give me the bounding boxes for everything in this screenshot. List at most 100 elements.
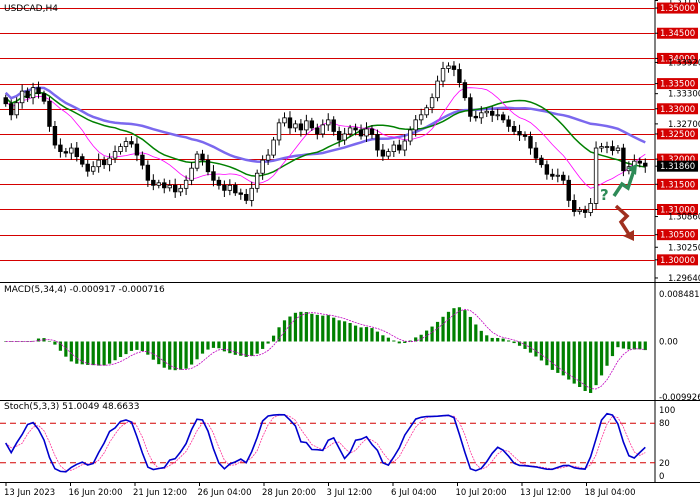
candle-down — [380, 149, 386, 157]
candle-up — [577, 209, 582, 212]
macd-bar — [255, 341, 259, 354]
candle-up — [265, 154, 271, 161]
macd-bar — [638, 341, 642, 350]
price-label: 1.30000 — [660, 256, 695, 266]
candle-down — [451, 65, 457, 70]
macd-bar — [578, 341, 582, 388]
candle-up — [194, 153, 200, 169]
candle-down — [315, 127, 320, 135]
stoch-axis-label: 100 — [659, 406, 675, 416]
candle-down — [244, 193, 249, 201]
price-label: 1.29640 — [668, 274, 700, 284]
macd-bar — [507, 340, 511, 342]
macd-bar — [184, 341, 188, 369]
trading-chart[interactable]: 1.351501.350001.345001.340001.339201.335… — [0, 0, 700, 500]
candle-down — [561, 174, 566, 181]
candle-down — [544, 164, 550, 175]
macd-bar — [146, 341, 150, 355]
candle-down — [205, 159, 211, 173]
time-label: 28 Jun 20:00 — [262, 488, 316, 498]
macd-bar — [222, 341, 226, 352]
candle-down — [63, 151, 69, 154]
candle-down — [101, 159, 107, 166]
candle-down — [151, 179, 156, 186]
macd-bar — [353, 325, 358, 342]
candle-down — [539, 157, 544, 166]
candle-down — [145, 164, 151, 181]
candle-up — [304, 120, 309, 131]
candle-up — [320, 124, 325, 135]
candle-down — [129, 141, 134, 145]
macd-bar — [419, 334, 423, 342]
price-label: 1.30860 — [668, 213, 700, 223]
candle-up — [254, 172, 260, 189]
time-label: 26 Jun 04:00 — [198, 488, 252, 498]
macd-bar — [643, 341, 647, 351]
macd-bar — [228, 341, 232, 354]
candle-up — [123, 141, 129, 147]
macd-bar — [539, 341, 544, 361]
candle-down — [468, 97, 473, 117]
price-label: 1.32700 — [668, 120, 700, 130]
price-label: 1.33000 — [660, 105, 695, 115]
macd-bar — [534, 341, 538, 357]
candle-down — [172, 184, 178, 193]
question-mark: ? — [600, 186, 609, 204]
current-price-label: 1.31860 — [660, 162, 695, 172]
time-label: 18 Jul 04:00 — [585, 488, 636, 498]
macd-bar — [392, 340, 396, 342]
macd-bar — [496, 337, 500, 342]
macd-bar — [512, 341, 516, 344]
macd-bar — [550, 341, 554, 370]
candle-down — [522, 134, 528, 137]
chart-background — [0, 0, 700, 500]
macd-bar — [304, 312, 308, 342]
candle-up — [19, 90, 25, 104]
macd-bar — [605, 341, 609, 366]
macd-bar — [195, 341, 199, 360]
macd-bar — [403, 341, 407, 343]
candle-down — [369, 128, 375, 135]
macd-axis-label: -0.009926 — [659, 393, 700, 403]
macd-bar — [435, 321, 440, 342]
candle-down — [41, 93, 47, 102]
macd-bar — [206, 341, 210, 350]
macd-bar — [621, 341, 626, 349]
price-label: 1.33920 — [668, 58, 700, 68]
candle-down — [353, 127, 358, 131]
macd-bar — [179, 341, 183, 370]
candle-down — [140, 154, 145, 166]
macd-bar — [343, 321, 347, 342]
candle-up — [30, 87, 36, 99]
candle-down — [298, 123, 304, 131]
macd-bar — [315, 314, 319, 342]
price-label: 1.35000 — [660, 4, 695, 14]
macd-bar — [189, 341, 194, 365]
macd-bar — [479, 330, 483, 342]
candle-down — [211, 171, 216, 181]
candle-up — [347, 127, 353, 135]
price-label: 1.30250 — [668, 243, 700, 253]
candle-down — [506, 119, 511, 127]
candle-down — [637, 160, 643, 164]
macd-bar — [556, 341, 560, 373]
time-label: 3 Jul 12:00 — [327, 488, 373, 498]
time-label: 10 Jul 20:00 — [456, 488, 507, 498]
candle-down — [85, 163, 90, 172]
macd-bar — [348, 323, 352, 342]
candle-down — [3, 97, 8, 105]
candle-down — [58, 144, 63, 152]
candle-down — [222, 184, 227, 191]
macd-bar — [397, 341, 401, 344]
candle-up — [418, 114, 424, 121]
candle-up — [604, 146, 610, 148]
macd-bar — [501, 338, 505, 342]
macd-bar — [545, 341, 549, 366]
candle-down — [74, 147, 79, 158]
candle-down — [375, 134, 380, 151]
macd-bar — [107, 341, 112, 364]
candle-down — [457, 69, 462, 83]
macd-bar — [217, 341, 221, 349]
candle-down — [200, 153, 205, 161]
macd-bar — [446, 311, 451, 342]
